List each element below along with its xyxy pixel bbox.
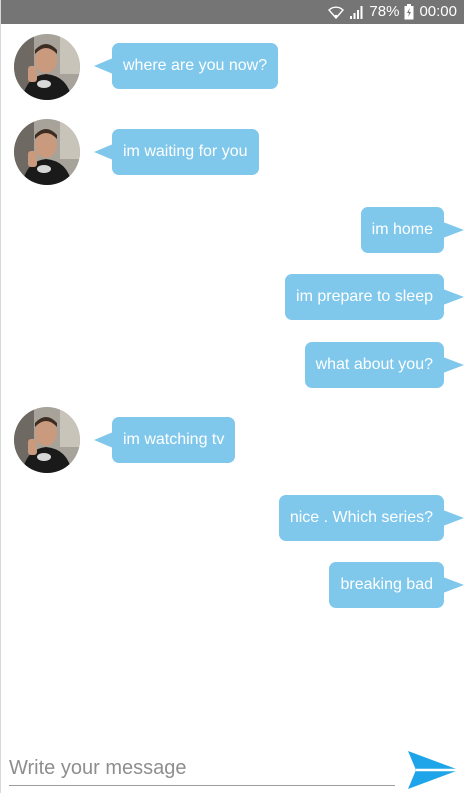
- message-text: breaking bad: [340, 576, 433, 593]
- signal-icon: [349, 5, 364, 20]
- message-text: what about you?: [315, 356, 433, 373]
- avatar: [14, 34, 80, 100]
- message-text: im prepare to sleep: [296, 288, 433, 305]
- avatar: [14, 119, 80, 185]
- battery-percent: 78%: [369, 3, 400, 20]
- send-icon: [405, 748, 461, 792]
- message-bubble-outgoing: what about you?: [304, 342, 464, 388]
- chat-screen: 78% 00:00 where are you now? im waiting …: [0, 0, 464, 793]
- message-text: im watching tv: [123, 431, 225, 448]
- message-bubble-outgoing: nice . Which series?: [278, 495, 464, 541]
- message-bubble-outgoing: im prepare to sleep: [285, 274, 464, 320]
- battery-icon: [404, 4, 414, 20]
- avatar: [14, 407, 80, 473]
- message-text: im home: [371, 221, 433, 238]
- message-bubble-incoming: im waiting for you: [94, 129, 259, 175]
- message-input[interactable]: [9, 752, 395, 786]
- message-text: nice . Which series?: [289, 509, 433, 526]
- message-bubble-incoming: im watching tv: [93, 417, 236, 463]
- message-bubble-incoming: where are you now?: [93, 43, 279, 89]
- status-time: 00:00: [419, 3, 457, 20]
- message-bubble-outgoing: breaking bad: [329, 562, 464, 608]
- message-text: where are you now?: [123, 57, 268, 74]
- send-button[interactable]: [405, 748, 461, 792]
- wifi-icon: [328, 4, 345, 20]
- status-bar: 78% 00:00: [1, 0, 464, 24]
- message-text: im waiting for you: [123, 143, 248, 160]
- message-bubble-outgoing: im home: [360, 207, 464, 253]
